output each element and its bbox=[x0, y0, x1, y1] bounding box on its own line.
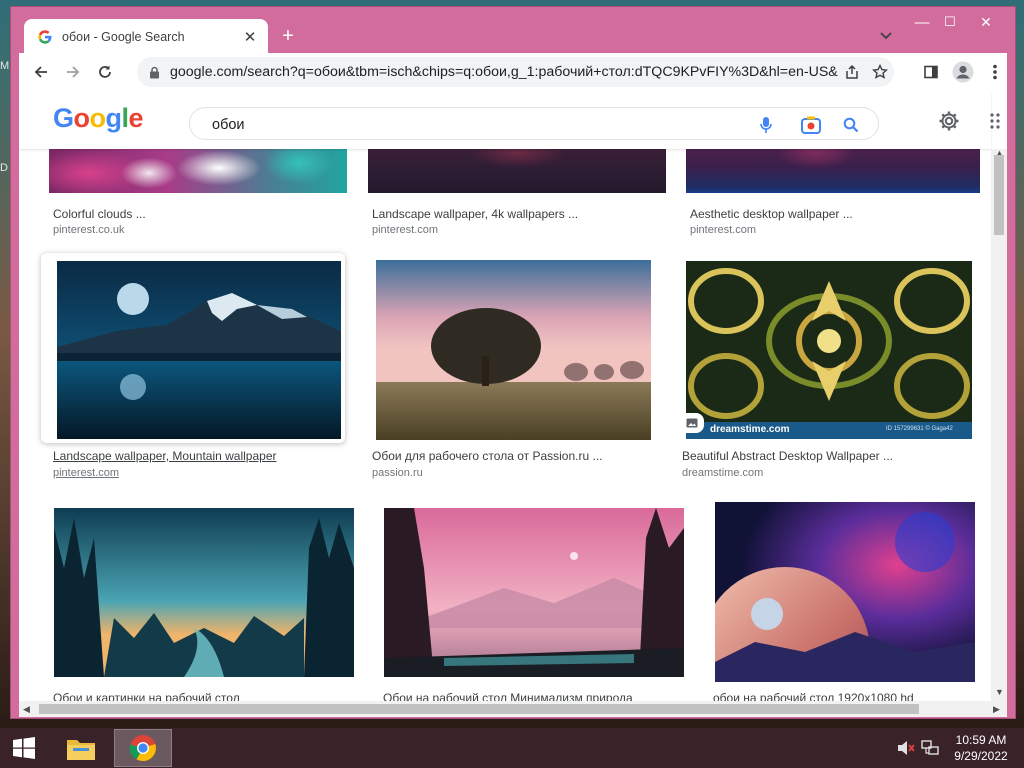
voice-search-mic-icon[interactable] bbox=[755, 114, 777, 136]
address-bar[interactable]: google.com/search?q=обои&tbm=isch&chips=… bbox=[137, 57, 894, 87]
watermark-id: ID 157299631 © Gaga42 bbox=[886, 426, 953, 432]
result-source[interactable]: pinterest.com bbox=[690, 224, 756, 236]
image-results-grid: Colorful clouds ... pinterest.co.uk Land… bbox=[19, 91, 991, 701]
clock-time: 10:59 AM bbox=[955, 733, 1007, 747]
browser-toolbar: google.com/search?q=обои&tbm=isch&chips=… bbox=[19, 53, 1007, 91]
google-logo[interactable]: Google bbox=[53, 103, 144, 134]
search-box[interactable] bbox=[189, 107, 879, 140]
tab-close-icon[interactable]: ✕ bbox=[242, 29, 258, 46]
result-caption[interactable]: Colorful clouds ... bbox=[53, 207, 343, 221]
taskbar-clock[interactable]: 10:59 AM 9/29/2022 bbox=[948, 732, 1014, 764]
logo-letter: g bbox=[105, 103, 123, 133]
start-button-windows-icon[interactable] bbox=[0, 728, 48, 768]
google-favicon-icon bbox=[37, 29, 53, 45]
logo-letter: o bbox=[89, 103, 107, 133]
watermark-text: dreamstime.com bbox=[710, 424, 790, 435]
result-thumbnail-space-planet[interactable] bbox=[715, 502, 975, 682]
browser-window: — ☐ ✕ обои - Google Search ✕ + google.co… bbox=[11, 7, 1015, 718]
bookmark-star-icon[interactable] bbox=[866, 60, 894, 84]
volume-muted-icon[interactable] bbox=[896, 738, 916, 758]
search-by-image-camera-icon[interactable] bbox=[800, 114, 822, 136]
back-arrow-icon[interactable] bbox=[29, 60, 53, 84]
minimize-button[interactable]: — bbox=[907, 11, 937, 33]
chrome-menu-kebab-icon[interactable] bbox=[983, 60, 1007, 84]
taskbar-file-explorer-icon[interactable] bbox=[52, 729, 110, 767]
tab-google-search[interactable]: обои - Google Search ✕ bbox=[24, 19, 268, 54]
google-search-header: Google bbox=[19, 91, 1000, 149]
result-caption[interactable]: Landscape wallpaper, Mountain wallpaper bbox=[53, 449, 343, 463]
url-text[interactable]: google.com/search?q=обои&tbm=isch&chips=… bbox=[170, 64, 838, 80]
result-caption[interactable]: Обои и картинки на рабочий стол bbox=[53, 691, 343, 701]
result-source[interactable]: dreamstime.com bbox=[682, 467, 763, 479]
result-caption[interactable]: Обои на рабочий стол Минимализм природа bbox=[383, 691, 673, 701]
lock-icon[interactable] bbox=[147, 65, 161, 79]
result-source[interactable]: pinterest.com bbox=[53, 467, 119, 479]
settings-gear-icon[interactable] bbox=[937, 109, 961, 133]
clock-date: 9/29/2022 bbox=[954, 749, 1008, 763]
result-source[interactable]: passion.ru bbox=[372, 467, 423, 479]
image-badge-icon bbox=[680, 413, 704, 433]
network-icon[interactable] bbox=[920, 738, 940, 758]
result-caption[interactable]: обои на рабочий стол 1920x1080 hd bbox=[713, 691, 975, 701]
reload-icon[interactable] bbox=[93, 60, 117, 84]
result-thumbnail-forest-river[interactable] bbox=[54, 508, 354, 677]
result-source[interactable]: pinterest.com bbox=[372, 224, 438, 236]
desktop-icon-edge-label: D bbox=[0, 162, 8, 174]
share-icon[interactable] bbox=[838, 60, 866, 84]
close-window-button[interactable]: ✕ bbox=[964, 11, 1008, 33]
result-caption[interactable]: Aesthetic desktop wallpaper ... bbox=[690, 207, 980, 221]
vertical-scrollbar[interactable]: ▲ ▼ bbox=[991, 148, 1007, 701]
result-thumbnail-moon-mountain-lake[interactable] bbox=[57, 261, 341, 439]
side-panel-icon[interactable] bbox=[919, 60, 943, 84]
tab-search-chevron-icon[interactable] bbox=[875, 25, 897, 47]
logo-letter: G bbox=[53, 103, 74, 133]
horizontal-scrollbar[interactable]: ◀ ▶ bbox=[19, 701, 1007, 717]
logo-letter: l bbox=[121, 103, 130, 133]
profile-avatar-icon[interactable] bbox=[951, 60, 975, 84]
result-caption[interactable]: Обои для рабочего стола от Passion.ru ..… bbox=[372, 449, 662, 463]
windows-taskbar: 10:59 AM 9/29/2022 bbox=[0, 728, 1024, 768]
result-thumbnail-fractal[interactable]: dreamstime.com ID 157299631 © Gaga42 bbox=[686, 261, 972, 439]
search-magnifier-icon[interactable] bbox=[840, 114, 862, 136]
google-apps-grid-icon[interactable] bbox=[984, 109, 1007, 133]
forward-arrow-icon[interactable] bbox=[61, 60, 85, 84]
result-thumbnail-pink-forest[interactable] bbox=[384, 508, 684, 677]
tab-title: обои - Google Search bbox=[62, 29, 185, 44]
logo-letter: e bbox=[128, 103, 144, 133]
maximize-button[interactable]: ☐ bbox=[935, 11, 965, 33]
new-tab-button[interactable]: + bbox=[277, 25, 299, 47]
page-content: Colorful clouds ... pinterest.co.uk Land… bbox=[19, 91, 1007, 701]
taskbar-chrome-icon[interactable] bbox=[114, 729, 172, 767]
scroll-down-arrow-icon[interactable]: ▼ bbox=[995, 687, 1004, 697]
result-caption[interactable]: Beautiful Abstract Desktop Wallpaper ... bbox=[682, 449, 972, 463]
result-thumbnail-tree-sunset[interactable] bbox=[376, 260, 651, 440]
scrollbar-thumb[interactable] bbox=[994, 155, 1004, 235]
result-caption[interactable]: Landscape wallpaper, 4k wallpapers ... bbox=[372, 207, 662, 221]
scroll-left-arrow-icon[interactable]: ◀ bbox=[23, 704, 30, 715]
logo-letter: o bbox=[73, 103, 91, 133]
desktop-icon-edge-label: M bbox=[0, 60, 10, 72]
scrollbar-thumb[interactable] bbox=[39, 704, 919, 714]
result-source[interactable]: pinterest.co.uk bbox=[53, 224, 125, 236]
scroll-right-arrow-icon[interactable]: ▶ bbox=[993, 704, 1000, 715]
search-input[interactable] bbox=[210, 113, 734, 137]
